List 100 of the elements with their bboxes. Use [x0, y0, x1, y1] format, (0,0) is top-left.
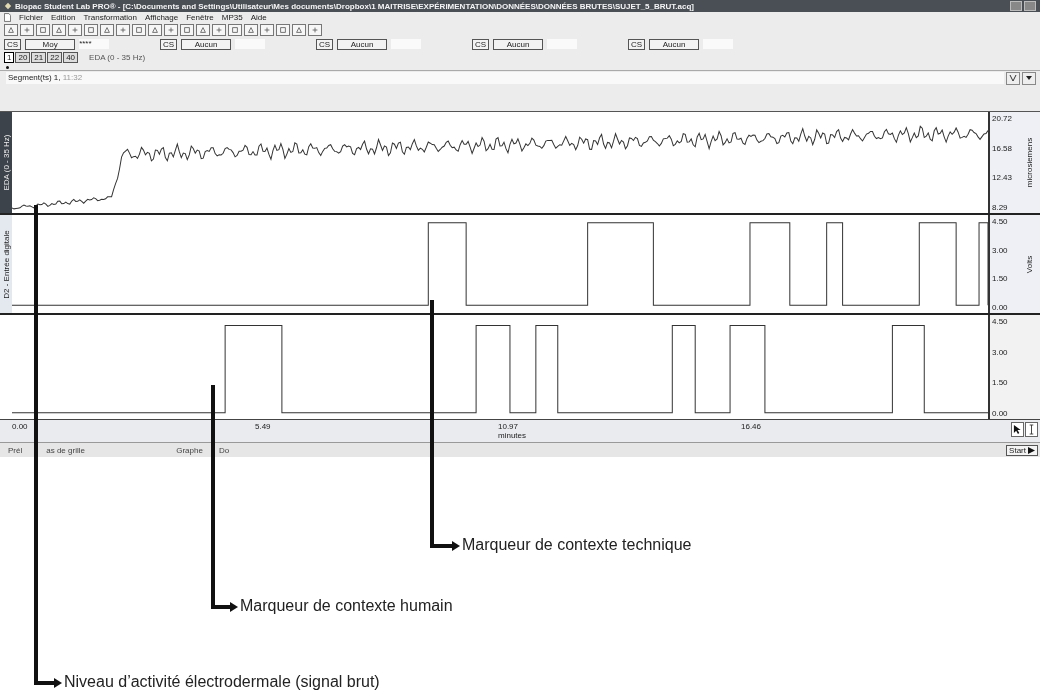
measurement-select[interactable]: Aucun — [337, 38, 388, 50]
plus-icon — [119, 26, 127, 34]
measurement-select[interactable]: Aucun — [493, 38, 544, 50]
journal-field[interactable]: Segment(ts) 1, 11:32 — [6, 72, 1004, 84]
cs-button[interactable]: CS — [160, 38, 178, 50]
toolbar-button[interactable] — [52, 24, 66, 36]
plus-icon — [23, 26, 31, 34]
unit-label: microsiemens — [1025, 137, 1035, 188]
scale-value: 1.50 — [992, 274, 1009, 284]
channel-tab[interactable]: 21 — [31, 52, 47, 63]
annotation-label: Marqueur de contexte technique — [462, 536, 692, 554]
start-button[interactable]: Start — [1006, 444, 1038, 456]
scale-value: 8.29 — [992, 202, 1009, 212]
time-tick: 16.46 — [741, 422, 762, 431]
marker-dot — [6, 66, 9, 69]
measurement-field: **** — [79, 39, 110, 49]
triangle-icon — [295, 26, 303, 34]
status-text: Prél — [8, 445, 23, 455]
channel-tab[interactable]: 40 — [63, 52, 79, 63]
play-icon — [1028, 446, 1035, 454]
cs-button[interactable]: CS — [316, 38, 334, 50]
toolbar-button[interactable] — [132, 24, 146, 36]
time-unit: minutes — [498, 431, 526, 440]
menu-item[interactable]: MP35 — [221, 13, 243, 22]
status-text: as de grille — [46, 445, 86, 455]
window-title: Biopac Student Lab PRO® - [C:\Documents and Settings\Utilisateur\Mes documents\Dropbox\1 MAITRISE\EXPÉRIMENTATION\DONNÉES\DONNÉES BRUTES\SUJET_5_BRUT.acq] — [15, 1, 695, 11]
cs-button[interactable]: CS — [628, 38, 646, 50]
chevron-icon — [1008, 73, 1018, 83]
toolbar-button[interactable] — [276, 24, 290, 36]
toolbar-button[interactable] — [196, 24, 210, 36]
toolbar-button[interactable] — [68, 24, 82, 36]
toolbar-button[interactable] — [116, 24, 130, 36]
scale-value: 0.00 — [992, 408, 1009, 418]
measurement-select[interactable]: Moy — [25, 38, 76, 50]
scale-value: 1.50 — [992, 378, 1009, 388]
toolbar-button[interactable] — [84, 24, 98, 36]
toolbar-button[interactable] — [212, 24, 226, 36]
time-tick: 10.97 — [498, 422, 520, 431]
triangle-icon — [7, 26, 15, 34]
plus-icon — [71, 26, 79, 34]
text-cursor-tool-button[interactable] — [1025, 422, 1038, 437]
menu-item[interactable]: Fenêtre — [186, 13, 214, 22]
toolbar-button[interactable] — [244, 24, 258, 36]
menu-item[interactable]: Affichage — [145, 13, 179, 22]
toolbar-button[interactable] — [308, 24, 322, 36]
toolbar-button[interactable] — [36, 24, 50, 36]
toolbar-button[interactable] — [260, 24, 274, 36]
plus-icon — [167, 26, 175, 34]
channel-tab[interactable]: 1 — [4, 52, 15, 63]
channel-label: D2 - Entrée digitale — [1, 229, 11, 299]
scale-value: 3.00 — [992, 347, 1009, 357]
menu-item[interactable]: Aide — [250, 13, 267, 22]
annotation-label: Niveau d’activité électrodermale (signal brut) — [64, 673, 380, 691]
scale-value: 4.50 — [992, 217, 1009, 226]
time-tick: 0.00 — [12, 422, 28, 431]
scale-value: 20.72 — [992, 114, 1014, 123]
scale-value: 0.00 — [992, 302, 1009, 312]
scale-value: 3.00 — [992, 245, 1009, 255]
plus-icon — [311, 26, 319, 34]
menu-item[interactable]: Fichier — [19, 13, 43, 22]
triangle-icon — [55, 26, 63, 34]
status-text: Do — [218, 445, 230, 455]
document-icon — [4, 13, 11, 22]
dropdown-button[interactable] — [1022, 71, 1036, 85]
toolbar-button[interactable] — [164, 24, 178, 36]
toolbar-button[interactable] — [4, 24, 18, 36]
scale-value: 16.58 — [992, 143, 1014, 153]
scale-value: 4.50 — [992, 317, 1009, 326]
plus-icon — [263, 26, 271, 34]
plus-icon — [215, 26, 223, 34]
channel-tab[interactable]: 22 — [47, 52, 63, 63]
toolbar-button[interactable] — [292, 24, 306, 36]
triangle-icon — [199, 26, 207, 34]
cs-button[interactable]: CS — [4, 38, 22, 50]
toolbar-button[interactable] — [100, 24, 114, 36]
channel-tab[interactable]: 20 — [15, 52, 31, 63]
triangle-icon — [151, 26, 159, 34]
cs-button[interactable]: CS — [472, 38, 490, 50]
text-cursor-icon — [1027, 424, 1036, 435]
channel-label: EDA (0 - 35 Hz) — [1, 134, 11, 191]
pointer-icon — [1013, 424, 1022, 435]
toolbar-button[interactable] — [180, 24, 194, 36]
triangle-icon — [103, 26, 111, 34]
status-text: Graphe — [176, 445, 203, 455]
triangle-icon — [247, 26, 255, 34]
toolbar-button[interactable] — [20, 24, 34, 36]
measurement-select[interactable]: Aucun — [649, 38, 700, 50]
menu-item[interactable]: Transformation — [83, 13, 137, 22]
toolbar-button[interactable] — [148, 24, 162, 36]
toolbar-button[interactable] — [228, 24, 242, 36]
annotation-label: Marqueur de contexte humain — [240, 597, 453, 615]
scale-value: 12.43 — [992, 173, 1014, 183]
time-tick: 5.49 — [255, 422, 271, 431]
marker-button[interactable] — [1006, 71, 1020, 85]
pointer-tool-button[interactable] — [1011, 422, 1024, 437]
measurement-select[interactable]: Aucun — [181, 38, 232, 50]
unit-label: Volts — [1025, 255, 1035, 273]
menu-item[interactable]: Edition — [51, 13, 76, 22]
channel-name: EDA (0 - 35 Hz) — [89, 53, 146, 62]
app-icon — [4, 2, 12, 10]
